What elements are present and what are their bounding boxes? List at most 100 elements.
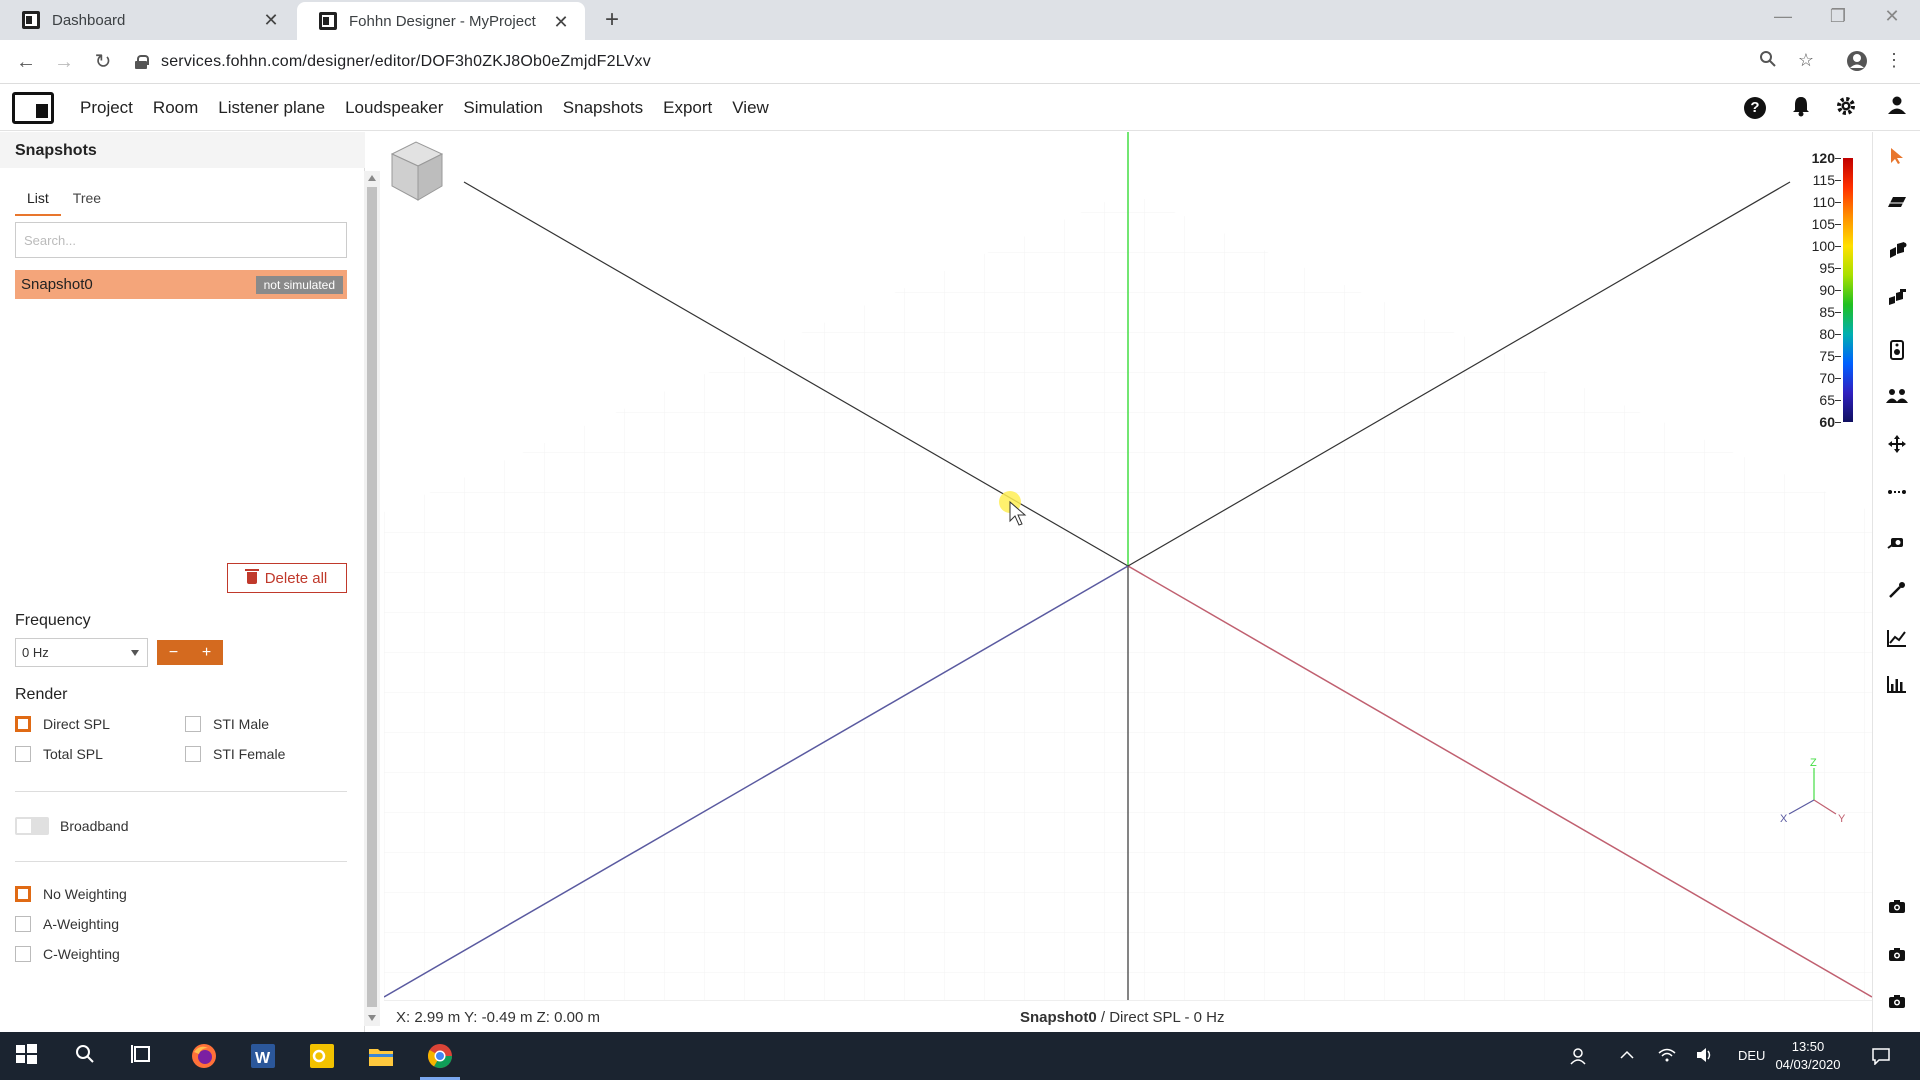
checkbox-a-weighting[interactable]: A-Weighting	[15, 916, 119, 932]
outlook-icon[interactable]	[308, 1042, 336, 1070]
color-scale-tick	[1835, 334, 1841, 335]
volume-icon[interactable]	[1696, 1047, 1714, 1065]
wifi-icon[interactable]	[1658, 1047, 1676, 1065]
checkbox-no-weighting[interactable]: No Weighting	[15, 886, 127, 902]
move-icon[interactable]	[1886, 433, 1908, 455]
input-language[interactable]: DEU	[1738, 1048, 1765, 1063]
menu-loudspeaker[interactable]: Loudspeaker	[335, 98, 453, 118]
add-array-icon[interactable]	[1886, 287, 1908, 309]
bookmark-star-icon[interactable]: ☆	[1794, 50, 1818, 71]
color-scale-tick	[1835, 202, 1841, 203]
notification-bell-icon[interactable]	[1788, 95, 1814, 121]
clock-date: 04/03/2020	[1775, 1057, 1841, 1072]
broadband-toggle[interactable]	[15, 817, 49, 835]
browser-tab-designer[interactable]: Fohhn Designer - MyProject ✕	[297, 2, 585, 40]
menu-listener-plane[interactable]: Listener plane	[208, 98, 335, 118]
task-view-icon[interactable]	[130, 1042, 158, 1070]
menu-view[interactable]: View	[722, 98, 779, 118]
action-center-icon[interactable]	[1872, 1047, 1890, 1066]
checkbox-sti-male[interactable]: STI Male	[185, 716, 269, 732]
help-icon[interactable]: ?	[1744, 97, 1766, 119]
user-icon[interactable]	[1884, 95, 1910, 121]
scroll-down-icon[interactable]	[368, 1015, 376, 1021]
screenshot-camera-icon[interactable]	[1886, 943, 1908, 965]
chrome-icon[interactable]	[426, 1042, 454, 1070]
people-icon[interactable]	[1570, 1047, 1588, 1065]
checkbox-unchecked[interactable]	[15, 946, 31, 962]
frequency-select[interactable]: 0 Hz	[15, 638, 148, 667]
checkbox-unchecked[interactable]	[15, 746, 31, 762]
checkbox-unchecked[interactable]	[185, 716, 201, 732]
url-field[interactable]: services.fohhn.com/designer/editor/DOF3h…	[135, 46, 1785, 78]
fohhn-favicon-icon	[319, 12, 337, 30]
checkbox-sti-female[interactable]: STI Female	[185, 746, 285, 762]
profile-avatar-icon[interactable]	[1845, 50, 1869, 77]
camera-view-icon[interactable]	[1886, 531, 1908, 553]
snapshot-list-item[interactable]: Snapshot0 not simulated	[15, 270, 347, 299]
scrollbar-thumb[interactable]	[367, 187, 377, 1007]
tab-tree[interactable]: Tree	[61, 184, 113, 216]
menu-simulation[interactable]: Simulation	[453, 98, 552, 118]
screenshot-camera-icon[interactable]	[1886, 990, 1908, 1012]
firefox-icon[interactable]	[190, 1042, 218, 1070]
url-text[interactable]: services.fohhn.com/designer/editor/DOF3h…	[161, 53, 651, 71]
settings-gear-icon[interactable]	[1833, 95, 1859, 121]
back-arrow-icon[interactable]: ←	[12, 48, 40, 76]
panel-scrollbar[interactable]	[364, 171, 380, 1026]
frequency-response-icon[interactable]	[1886, 627, 1908, 649]
scroll-up-icon[interactable]	[368, 175, 376, 181]
reload-icon[interactable]: ↻	[89, 48, 117, 76]
fohhn-logo[interactable]	[12, 92, 54, 124]
checkbox-checked[interactable]	[15, 716, 31, 732]
close-icon[interactable]: ✕	[551, 12, 571, 32]
audience-icon[interactable]	[1886, 385, 1908, 407]
browser-tab-dashboard[interactable]: Dashboard ✕	[0, 0, 295, 40]
close-window-icon[interactable]: ✕	[1872, 6, 1912, 27]
screenshot-camera-icon[interactable]	[1886, 895, 1908, 917]
menu-export[interactable]: Export	[653, 98, 722, 118]
snapshot-search-input[interactable]	[15, 222, 347, 258]
snapshot-name: Snapshot0	[21, 276, 93, 293]
viewport-canvas[interactable]: Z X Y	[384, 132, 1872, 1000]
zoom-icon[interactable]	[1756, 50, 1780, 73]
checkbox-total-spl[interactable]: Total SPL	[15, 746, 103, 762]
minimize-window-icon[interactable]: —	[1763, 6, 1803, 27]
windows-start-icon[interactable]	[14, 1042, 42, 1070]
checkbox-c-weighting[interactable]: C-Weighting	[15, 946, 120, 962]
color-scale-label: 85	[1819, 304, 1835, 320]
render-label: Render	[15, 686, 68, 703]
close-icon[interactable]: ✕	[261, 10, 281, 30]
restore-window-icon[interactable]: ❐	[1818, 6, 1858, 27]
menu-project[interactable]: Project	[70, 98, 143, 118]
menu-snapshots[interactable]: Snapshots	[553, 98, 653, 118]
color-scale-tick	[1835, 246, 1841, 247]
bar-chart-icon[interactable]	[1886, 673, 1908, 695]
increment-button[interactable]: +	[190, 640, 223, 665]
system-clock[interactable]: 13:50 04/03/2020	[1773, 1038, 1843, 1074]
checkbox-direct-spl[interactable]: Direct SPL	[15, 716, 110, 732]
chevron-up-icon[interactable]	[1618, 1047, 1636, 1065]
checkbox-unchecked[interactable]	[185, 746, 201, 762]
decrement-button[interactable]: −	[157, 640, 190, 665]
checkbox-unchecked[interactable]	[15, 916, 31, 932]
tab-list[interactable]: List	[15, 184, 61, 216]
checkbox-label: C-Weighting	[43, 946, 120, 962]
svg-text:W: W	[255, 1050, 271, 1067]
speaker-properties-icon[interactable]	[1886, 339, 1908, 361]
browser-menu-icon[interactable]: ⋮	[1882, 50, 1906, 71]
file-explorer-icon[interactable]	[367, 1042, 395, 1070]
draw-plane-icon[interactable]	[1886, 191, 1908, 213]
menu-room[interactable]: Room	[143, 98, 208, 118]
forward-arrow-icon[interactable]: →	[50, 48, 78, 76]
word-icon[interactable]: W	[249, 1042, 277, 1070]
select-pointer-icon[interactable]	[1886, 145, 1908, 167]
delete-all-button[interactable]: Delete all	[227, 563, 347, 593]
pipette-icon[interactable]	[1886, 579, 1908, 601]
add-loudspeaker-icon[interactable]	[1886, 239, 1908, 261]
3d-viewport[interactable]: Z X Y	[384, 132, 1872, 1000]
measure-distance-icon[interactable]	[1886, 481, 1908, 503]
checkbox-checked[interactable]	[15, 886, 31, 902]
new-tab-button[interactable]: +	[598, 6, 626, 34]
search-icon[interactable]	[73, 1042, 101, 1070]
lock-icon[interactable]	[135, 55, 149, 69]
